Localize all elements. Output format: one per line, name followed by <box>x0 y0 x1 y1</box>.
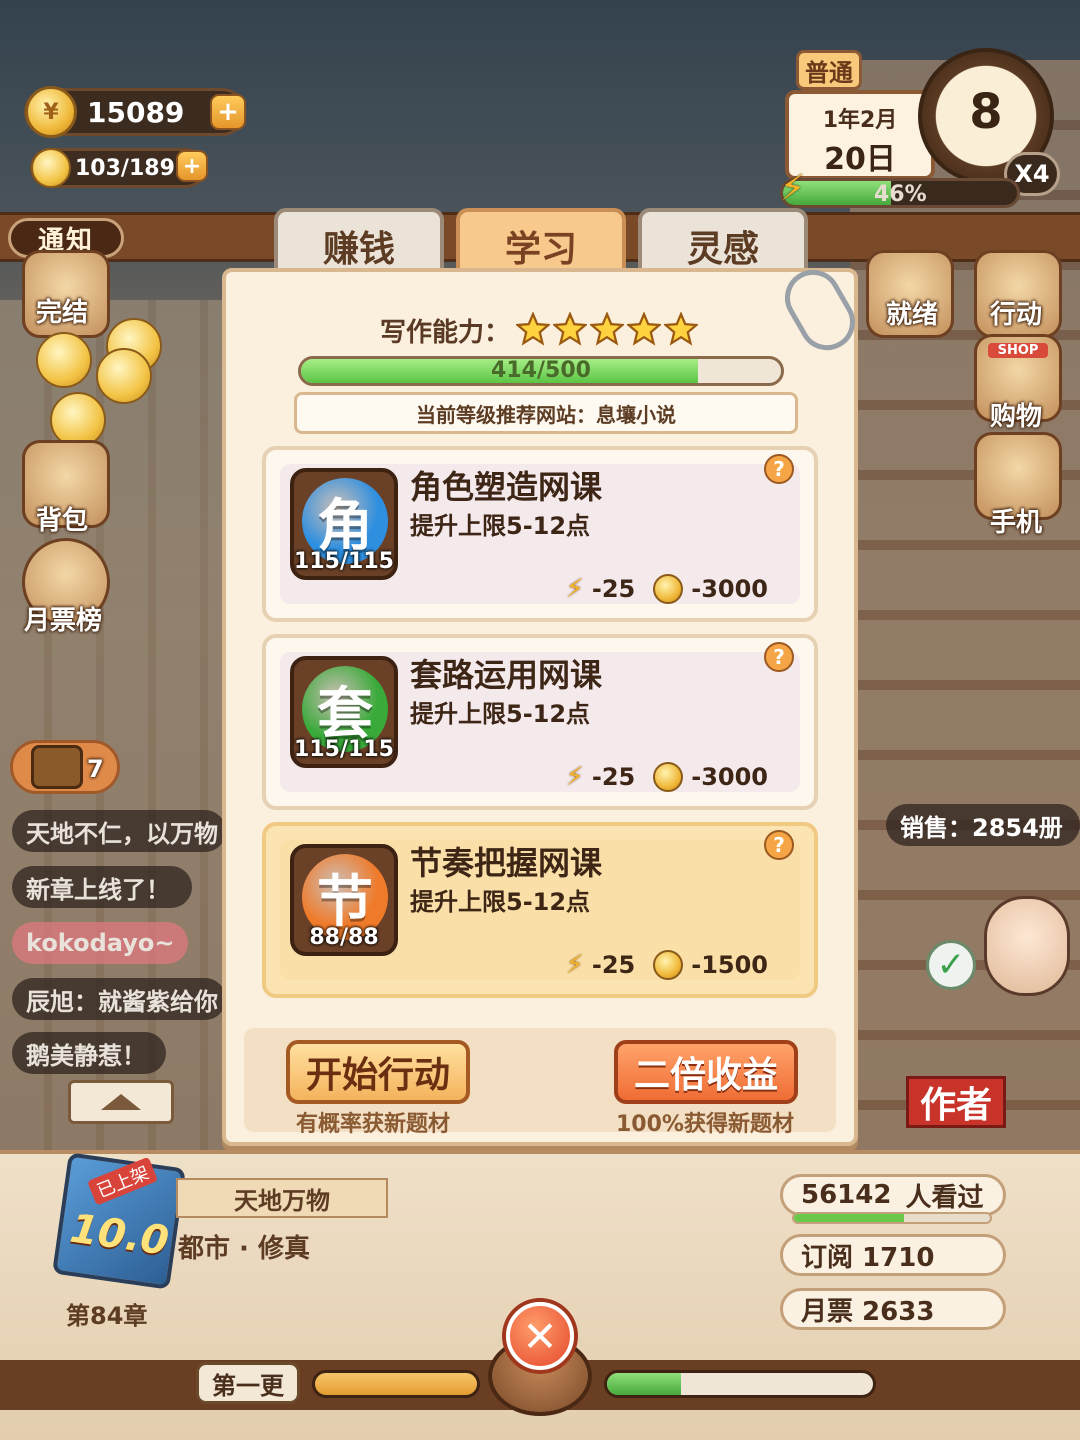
course-count: 115/115 <box>294 549 394 574</box>
course-badge: 角 115/115 <box>290 468 398 580</box>
start-action-subtitle: 有概率获新题材 <box>296 1112 451 1137</box>
treasure-chest-button[interactable]: 7 <box>10 740 120 794</box>
side-label-backpack: 背包 <box>36 506 89 536</box>
energy-percent: 46% <box>874 182 927 207</box>
energy-cost: -25 <box>591 951 636 979</box>
recommended-site: 当前等级推荐网站：息壤小说 <box>294 392 798 434</box>
double-reward-button[interactable]: 二倍收益 <box>614 1040 798 1104</box>
coin-icon: ¥ <box>25 86 77 138</box>
clock-hour: 8 <box>969 84 1003 140</box>
views-count: 56142 <box>801 1180 892 1210</box>
author-sign: 作者 <box>906 1076 1006 1128</box>
coin-cost: -1500 <box>691 951 768 979</box>
book-stamp: 已上架 <box>87 1156 159 1206</box>
side-label-ticket-rank: 月票榜 <box>24 606 103 636</box>
course-count: 115/115 <box>294 737 394 762</box>
views-stat: 56142 人看过 <box>780 1174 1006 1216</box>
date-month: 1年2月 <box>822 108 898 133</box>
book-cover[interactable]: 已上架 10.0 <box>52 1152 186 1290</box>
help-icon[interactable]: ? <box>764 830 794 860</box>
course-count: 88/88 <box>309 925 379 950</box>
course-card[interactable]: 角 115/115 角色塑造网课 提升上限5-12点 ? ⚡ -25 -3000 <box>262 446 818 622</box>
course-badge: 套 115/115 <box>290 656 398 768</box>
course-card[interactable]: 套 115/115 套路运用网课 提升上限5-12点 ? ⚡ -25 -3000 <box>262 634 818 810</box>
treasure-chest-icon <box>31 745 83 789</box>
coin-icon <box>653 574 684 604</box>
side-label-phone: 手机 <box>990 508 1043 538</box>
coin-value: 15089 <box>87 95 185 129</box>
start-action-button[interactable]: 开始行动 <box>286 1040 470 1104</box>
course-cost: ⚡ -25 -3000 <box>566 762 768 792</box>
side-label-action: 行动 <box>990 300 1043 330</box>
check-icon[interactable]: ✓ <box>926 940 976 990</box>
coin-cost: -3000 <box>691 763 768 791</box>
star-icon <box>516 312 550 346</box>
help-icon[interactable]: ? <box>764 454 794 484</box>
update-label: 第一更 <box>196 1362 300 1404</box>
add-coins-button[interactable]: + <box>210 94 246 130</box>
shop-sign: SHOP <box>988 343 1048 358</box>
course-cost: ⚡ -25 -1500 <box>566 950 768 980</box>
left-progress-track <box>312 1370 480 1398</box>
energy-cost: -25 <box>591 763 636 791</box>
skill-xp-bar: 414/500 <box>298 356 784 386</box>
difficulty-tag: 普通 <box>796 50 862 90</box>
views-progress <box>792 1212 992 1224</box>
course-badge: 节 88/88 <box>290 844 398 956</box>
course-desc: 提升上限5-12点 <box>410 512 591 540</box>
star-icon <box>664 312 698 346</box>
close-button[interactable]: ✕ <box>506 1302 574 1370</box>
coin-icon <box>653 762 684 792</box>
course-cost: ⚡ -25 -3000 <box>566 574 768 604</box>
right-progress-track <box>604 1370 876 1398</box>
course-card-selected[interactable]: 节 88/88 节奏把握网课 提升上限5-12点 ? ⚡ -25 -1500 <box>262 822 818 998</box>
course-name: 角色塑造网课 <box>410 468 603 506</box>
treasure-count: 7 <box>87 755 104 783</box>
skill-xp-text: 414/500 <box>491 358 591 383</box>
bulb-value: 103/1899 <box>75 155 191 181</box>
energy-icon: ⚡ <box>565 762 584 792</box>
skill-stars <box>516 312 698 346</box>
author-avatar[interactable] <box>984 896 1070 996</box>
book-title: 天地万物 <box>176 1178 388 1218</box>
energy-bolt-icon: ⚡ <box>780 168 806 209</box>
side-label-ready: 就绪 <box>886 300 939 330</box>
bulb-icon <box>31 148 71 188</box>
coin-icon <box>653 950 684 980</box>
coin-cost: -3000 <box>691 575 768 603</box>
course-desc: 提升上限5-12点 <box>410 700 591 728</box>
help-icon[interactable]: ? <box>764 642 794 672</box>
side-label-shop: 购物 <box>990 402 1043 432</box>
chat-message: 辰旭：就酱紫给你 <box>12 978 226 1020</box>
chat-expand-button[interactable] <box>68 1080 174 1124</box>
book-score: 10.0 <box>67 1205 172 1265</box>
monthly-ticket-stat: 月票 2633 <box>780 1288 1006 1330</box>
energy-icon: ⚡ <box>565 574 584 604</box>
course-desc: 提升上限5-12点 <box>410 888 591 916</box>
course-name: 节奏把握网课 <box>410 844 603 882</box>
energy-icon: ⚡ <box>565 950 584 980</box>
chat-message: 鹅美静惹！ <box>12 1032 166 1074</box>
chevron-up-icon <box>101 1094 141 1110</box>
double-reward-subtitle: 100%获得新题材 <box>616 1112 794 1137</box>
star-icon <box>627 312 661 346</box>
book-chapter: 第84章 <box>66 1302 148 1330</box>
chat-message: 天地不仁，以万物 <box>12 810 226 852</box>
bulb-cluster-icon[interactable] <box>36 318 166 458</box>
chat-message: 新章上线了！ <box>12 866 192 908</box>
star-icon <box>590 312 624 346</box>
date-day: 20日 <box>824 142 896 177</box>
chat-message: kokodayo~ <box>12 922 188 964</box>
star-icon <box>553 312 587 346</box>
add-bulbs-button[interactable]: + <box>176 150 208 182</box>
date-card: 1年2月 20日 <box>785 90 935 180</box>
subscribe-stat: 订阅 1710 <box>780 1234 1006 1276</box>
sales-counter: 销售：2854册 <box>886 804 1080 846</box>
course-name: 套路运用网课 <box>410 656 603 694</box>
book-genre: 都市 · 修真 <box>178 1234 310 1264</box>
energy-cost: -25 <box>591 575 636 603</box>
views-label: 人看过 <box>905 1182 984 1213</box>
skill-label: 写作能力： <box>380 318 511 348</box>
